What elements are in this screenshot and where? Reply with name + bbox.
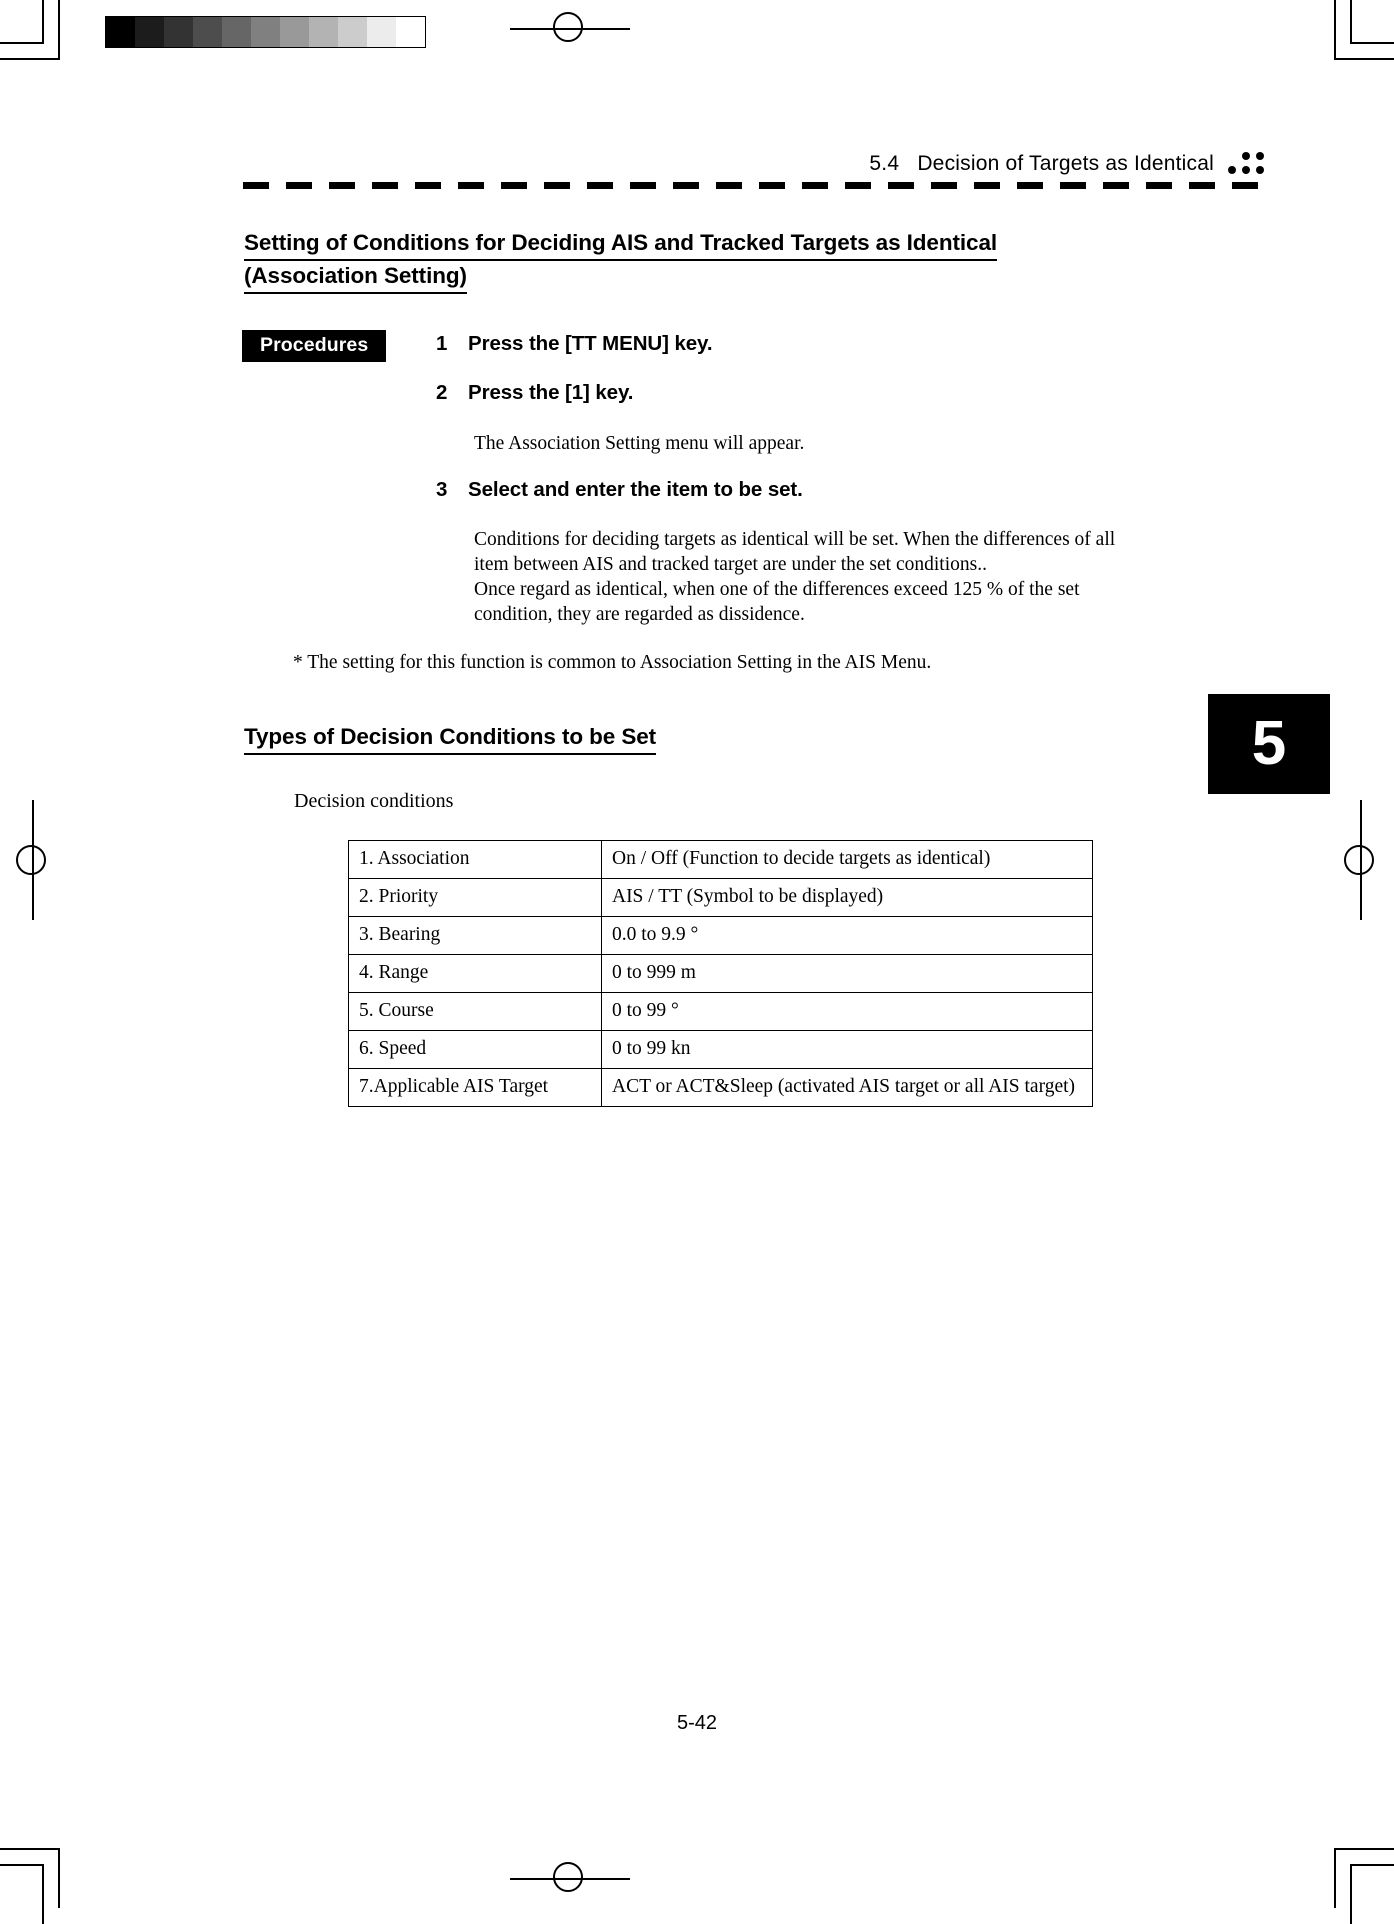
- header-dashed-rule: [243, 182, 1270, 189]
- registration-target-left: [16, 800, 50, 920]
- procedure-step-3: 3 Select and enter the item to be set.: [436, 478, 803, 502]
- step-2-result-note: The Association Setting menu will appear…: [474, 433, 805, 454]
- page-number: 5-42: [676, 1712, 718, 1734]
- condition-item-3: 3. Bearing: [348, 916, 602, 955]
- crop-mark-top-left: [0, 0, 62, 62]
- chapter-tab-number: 5: [1208, 694, 1330, 794]
- page-title-line-1: Setting of Conditions for Deciding AIS a…: [244, 228, 997, 261]
- condition-item-2: 2. Priority: [348, 878, 602, 917]
- registration-target-right: [1344, 800, 1378, 920]
- procedure-step-3-number: 3: [436, 478, 448, 501]
- condition-item-7: 7.Applicable AIS Target: [348, 1068, 602, 1107]
- running-header: 5.4 Decision of Targets as Identical: [240, 150, 1270, 176]
- condition-value-3: 0.0 to 9.9 °: [600, 916, 1094, 955]
- document-page: 5.4 Decision of Targets as Identical Set…: [0, 0, 1394, 1924]
- crop-mark-bottom-left: [0, 1846, 62, 1924]
- procedure-step-2-text: Press the [1] key.: [468, 381, 634, 404]
- grayscale-swatch-10: [396, 17, 425, 47]
- crop-mark-bottom-right: [1332, 1846, 1394, 1924]
- dots-marker-icon: [1228, 150, 1270, 176]
- table-row: 2. Priority AIS / TT (Symbol to be displa…: [348, 878, 1094, 917]
- grayscale-swatch-6: [280, 17, 309, 47]
- running-header-text: 5.4 Decision of Targets as Identical: [869, 152, 1214, 175]
- procedure-step-1-text: Press the [TT MENU] key.: [468, 332, 713, 355]
- procedure-step-2: 2 Press the [1] key.: [436, 381, 633, 405]
- condition-item-1: 1. Association: [348, 840, 602, 879]
- crop-mark-top-right: [1332, 0, 1394, 62]
- step-3-description-line-3: Once regard as identical, when one of th…: [474, 579, 1080, 600]
- grayscale-swatch-1: [135, 17, 164, 47]
- condition-item-4: 4. Range: [348, 954, 602, 993]
- procedure-step-1-number: 1: [436, 332, 448, 355]
- grayscale-swatch-4: [222, 17, 251, 47]
- table-row: 7.Applicable AIS Target ACT or ACT&Sleep …: [348, 1068, 1094, 1107]
- procedures-badge: Procedures: [242, 330, 387, 362]
- table-caption: Decision conditions: [294, 790, 454, 812]
- grayscale-swatch-7: [309, 17, 338, 47]
- condition-value-5: 0 to 99 °: [600, 992, 1094, 1031]
- grayscale-swatch-9: [367, 17, 396, 47]
- procedure-step-2-number: 2: [436, 381, 448, 404]
- condition-value-2: AIS / TT (Symbol to be displayed): [600, 878, 1094, 917]
- grayscale-swatch-5: [251, 17, 280, 47]
- condition-value-6: 0 to 99 kn: [600, 1030, 1094, 1069]
- page-title-line-2: (Association Setting): [244, 261, 467, 294]
- step-3-description-line-1: Conditions for deciding targets as ident…: [474, 529, 1116, 550]
- association-footnote: * The setting for this function is commo…: [293, 652, 932, 673]
- condition-item-6: 6. Speed: [348, 1030, 602, 1069]
- step-3-description-line-2: item between AIS and tracked target are …: [474, 554, 987, 575]
- step-3-description: Conditions for deciding targets as ident…: [474, 527, 1174, 627]
- grayscale-swatch-0: [106, 17, 135, 47]
- registration-target-bottom: [510, 1862, 630, 1896]
- section-heading-types: Types of Decision Conditions to be Set: [244, 722, 656, 755]
- table-row: 3. Bearing 0.0 to 9.9 °: [348, 916, 1094, 955]
- grayscale-calibration-wedge: [105, 16, 426, 48]
- condition-item-5: 5. Course: [348, 992, 602, 1031]
- condition-value-7: ACT or ACT&Sleep (activated AIS target o…: [600, 1068, 1094, 1107]
- condition-value-4: 0 to 999 m: [600, 954, 1094, 993]
- table-row: 5. Course 0 to 99 °: [348, 992, 1094, 1031]
- grayscale-swatch-8: [338, 17, 367, 47]
- registration-target-top: [510, 12, 630, 46]
- procedure-step-3-text: Select and enter the item to be set.: [468, 478, 803, 501]
- grayscale-swatch-3: [193, 17, 222, 47]
- condition-value-1: On / Off (Function to decide targets as …: [600, 840, 1094, 879]
- decision-conditions-table: 1. Association On / Off (Function to deci…: [348, 840, 1094, 1107]
- step-3-description-line-4: condition, they are regarded as dissiden…: [474, 604, 805, 625]
- grayscale-swatch-2: [164, 17, 193, 47]
- table-row: 6. Speed 0 to 99 kn: [348, 1030, 1094, 1069]
- section-heading-types-text: Types of Decision Conditions to be Set: [244, 722, 656, 755]
- table-row: 1. Association On / Off (Function to deci…: [348, 840, 1094, 879]
- page-title: Setting of Conditions for Deciding AIS a…: [244, 228, 1164, 294]
- table-row: 4. Range 0 to 999 m: [348, 954, 1094, 993]
- procedure-step-1: 1 Press the [TT MENU] key.: [436, 332, 713, 356]
